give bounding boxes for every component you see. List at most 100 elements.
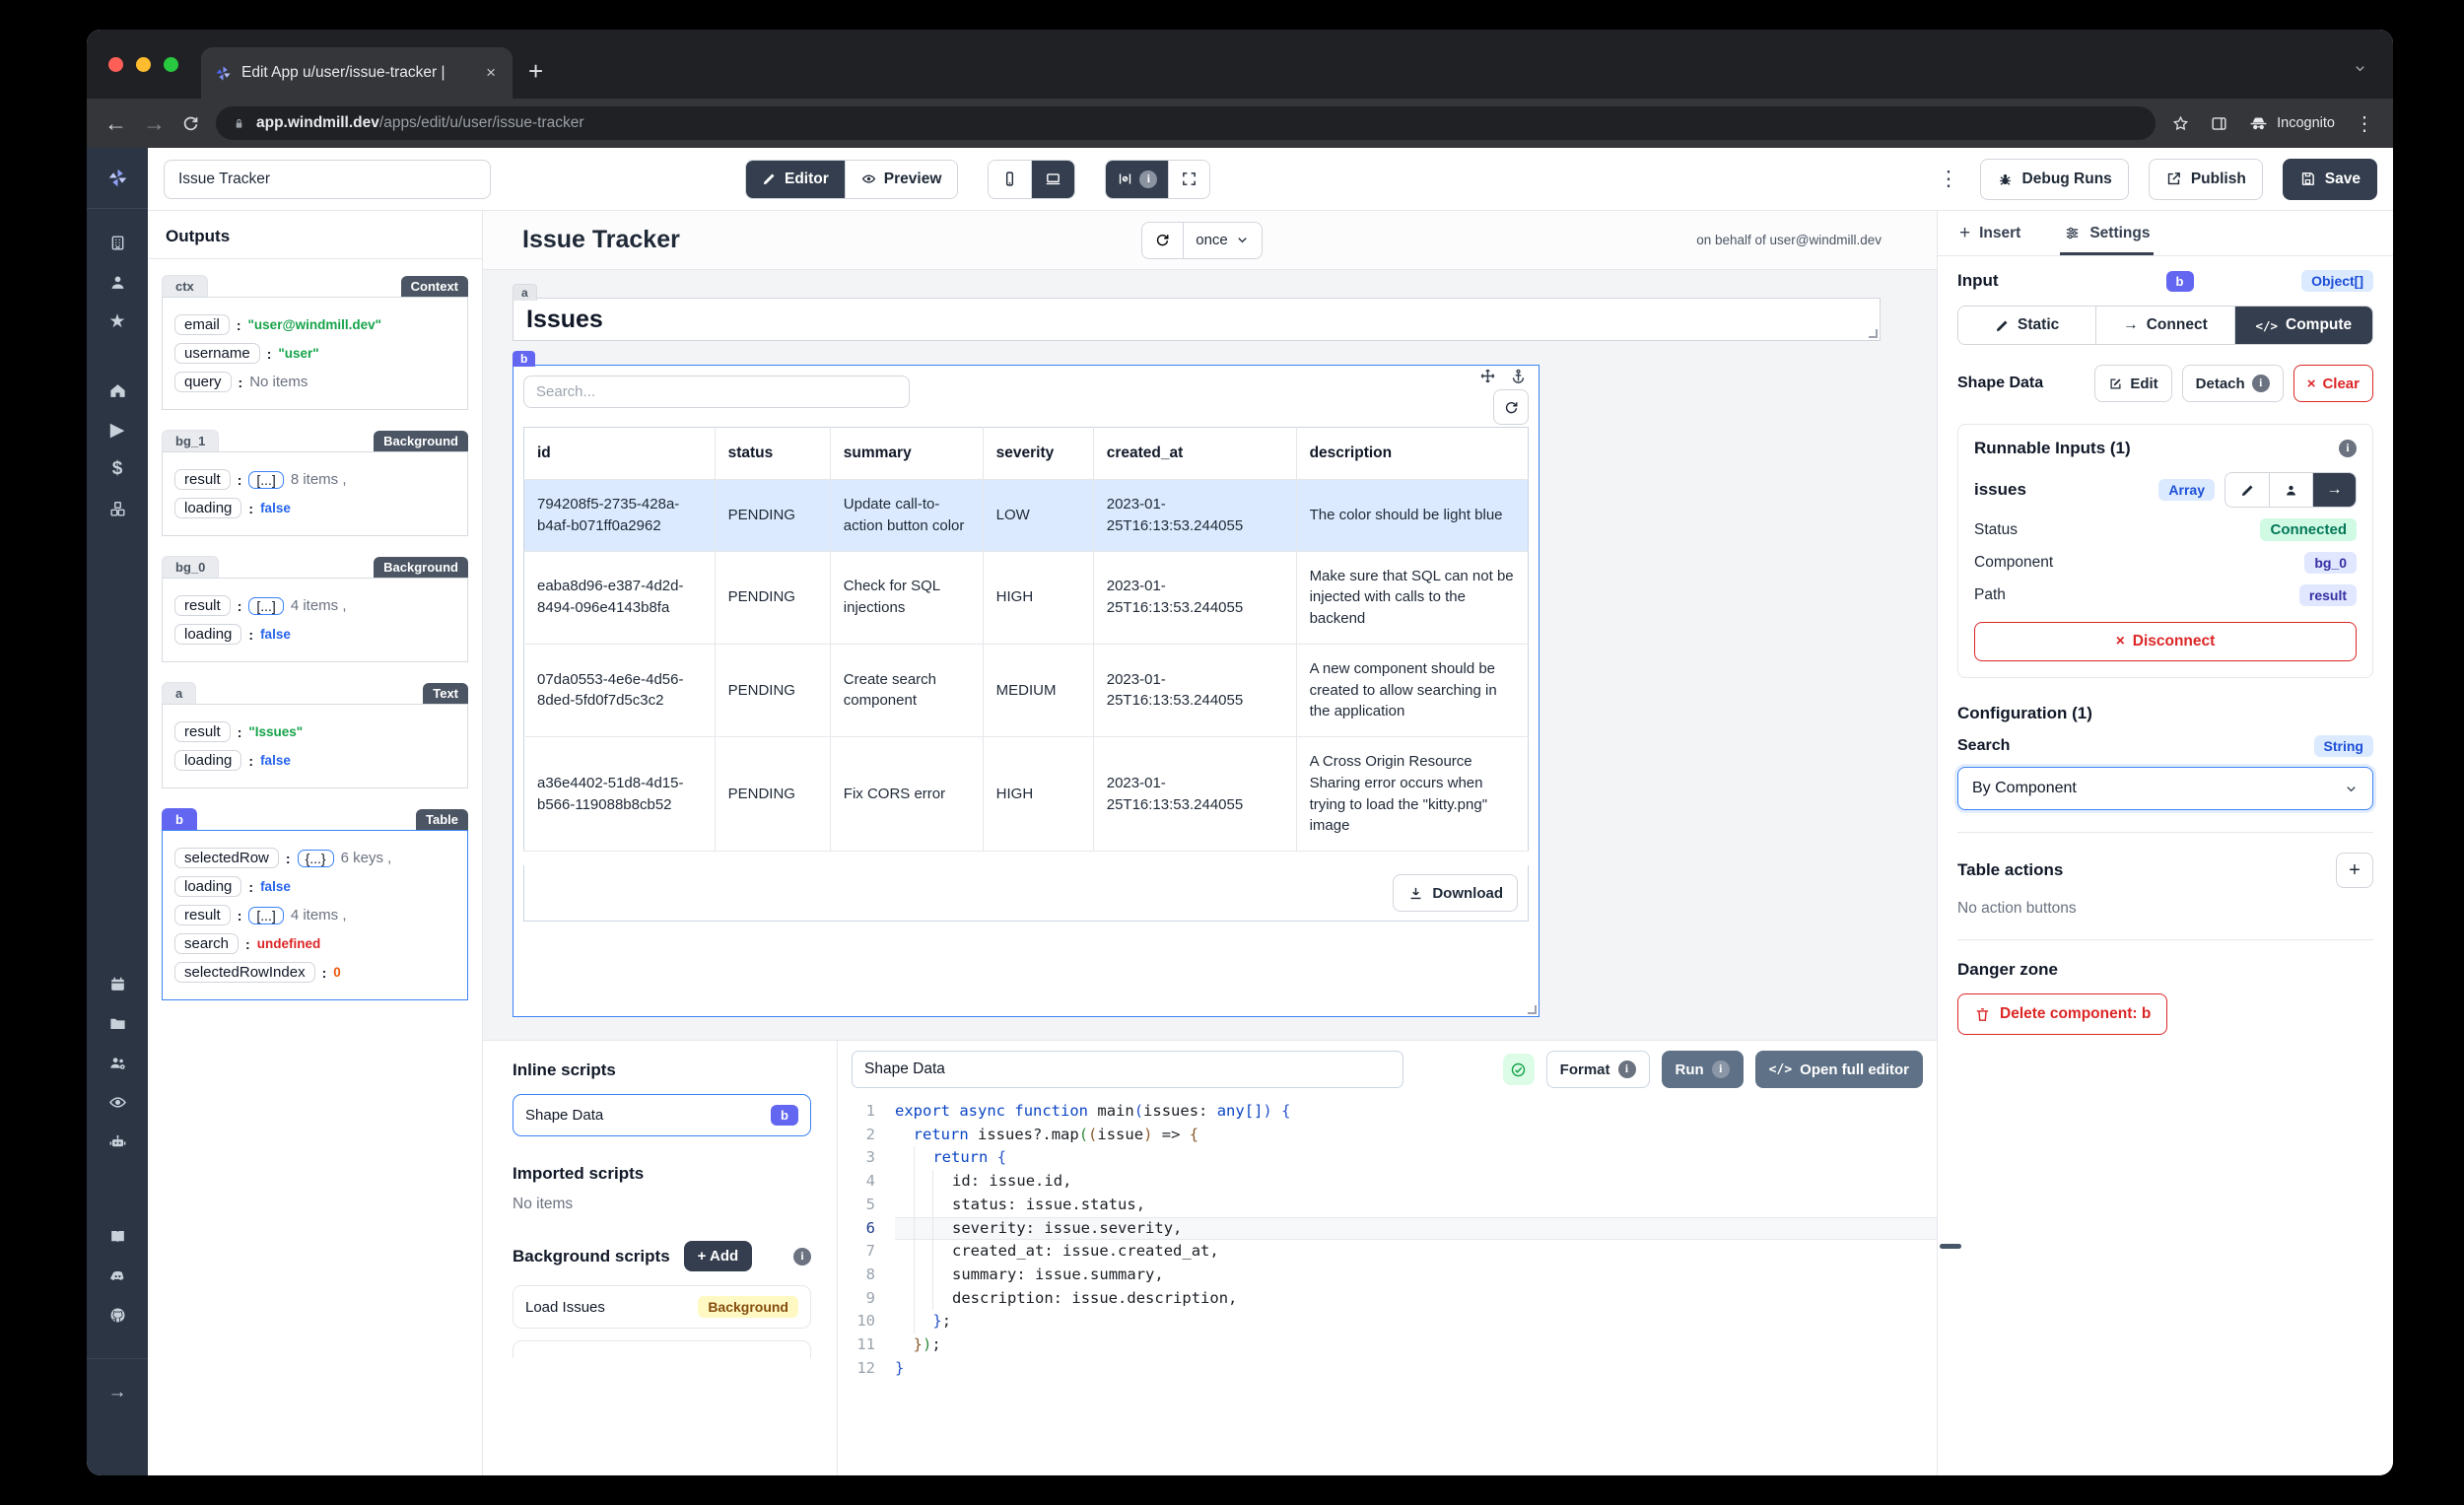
- output-section-tag[interactable]: a: [162, 682, 197, 704]
- add-background-script-button[interactable]: + Add: [683, 1241, 753, 1271]
- format-button[interactable]: Format i: [1545, 1051, 1650, 1088]
- tab-insert[interactable]: + Insert: [1959, 211, 2020, 255]
- resize-handle[interactable]: [1528, 1005, 1537, 1014]
- output-section-tag[interactable]: bg_0: [162, 556, 220, 578]
- discord-icon[interactable]: [87, 1256, 148, 1295]
- output-section-tag[interactable]: bg_1: [162, 430, 220, 451]
- clear-button[interactable]: × Clear: [2293, 365, 2373, 402]
- output-key-pill[interactable]: result: [174, 905, 231, 925]
- workers-robot-icon[interactable]: [87, 1122, 148, 1161]
- add-table-action-button[interactable]: +: [2336, 853, 2373, 888]
- desktop-view-button[interactable]: [1031, 160, 1075, 198]
- script-name-input[interactable]: [852, 1051, 1403, 1088]
- inline-script-item[interactable]: Shape Data b: [513, 1094, 811, 1136]
- more-menu-kebab-icon[interactable]: ⋮: [1939, 167, 1960, 191]
- static-mode-button[interactable]: Static: [1958, 307, 2096, 344]
- fullscreen-button[interactable]: [1168, 160, 1210, 198]
- browser-menu-kebab-icon[interactable]: ⋮: [2355, 111, 2375, 136]
- forward-icon[interactable]: →: [143, 111, 166, 135]
- expand-pill[interactable]: {...}: [297, 849, 334, 867]
- table-row[interactable]: a36e4402-51d8-4d15-b566-119088b8cb52 PEND…: [523, 736, 1529, 852]
- variables-dollar-icon[interactable]: $: [87, 449, 148, 489]
- home-icon[interactable]: [87, 371, 148, 410]
- bookmark-star-icon[interactable]: [2171, 114, 2190, 133]
- minimize-window-button[interactable]: [136, 57, 151, 72]
- output-key-pill[interactable]: selectedRowIndex: [174, 962, 315, 983]
- download-button[interactable]: Download: [1393, 874, 1518, 912]
- mobile-view-button[interactable]: [989, 160, 1032, 198]
- table-row[interactable]: 794208f5-2735-428a-b4af-b071ff0a2962 PEND…: [523, 479, 1529, 552]
- open-full-editor-button[interactable]: </> Open full editor: [1754, 1051, 1923, 1088]
- text-component-a[interactable]: a Issues: [513, 284, 1881, 341]
- folders-icon[interactable]: [87, 1003, 148, 1043]
- close-window-button[interactable]: [108, 57, 123, 72]
- output-key-pill[interactable]: result: [174, 469, 231, 490]
- outputs-toggle-button[interactable]: i: [1106, 160, 1169, 198]
- run-button[interactable]: Run i: [1661, 1051, 1744, 1088]
- publish-button[interactable]: Publish: [2148, 158, 2263, 200]
- groups-users-icon[interactable]: [87, 1043, 148, 1082]
- output-key-pill[interactable]: loading: [174, 876, 242, 897]
- github-icon[interactable]: [87, 1295, 148, 1334]
- background-script-item-partial[interactable]: [513, 1340, 811, 1358]
- column-header-severity[interactable]: severity: [983, 427, 1094, 480]
- new-tab-button[interactable]: +: [528, 56, 543, 87]
- search-mode-select[interactable]: By Component: [1957, 767, 2373, 810]
- static-edit-icon-button[interactable]: [2225, 473, 2269, 507]
- disconnect-button[interactable]: × Disconnect: [1974, 622, 2357, 661]
- debug-runs-button[interactable]: Debug Runs: [1979, 158, 2129, 200]
- reload-icon[interactable]: [181, 114, 200, 133]
- connect-mode-button[interactable]: → Connect: [2095, 307, 2234, 344]
- edit-button[interactable]: Edit: [2094, 365, 2172, 402]
- browser-tab[interactable]: Edit App u/user/issue-tracker | ×: [201, 47, 513, 99]
- table-row[interactable]: eaba8d96-e387-4d2d-8494-096e4143b8fa PEND…: [523, 551, 1529, 645]
- preview-mode-button[interactable]: Preview: [844, 160, 958, 198]
- app-name-input[interactable]: [164, 159, 491, 199]
- resources-cubes-icon[interactable]: [87, 489, 148, 528]
- detach-button[interactable]: Detach i: [2181, 365, 2284, 402]
- expand-pill[interactable]: [...]: [248, 470, 284, 489]
- tab-settings[interactable]: Settings: [2060, 211, 2155, 255]
- table-refresh-button[interactable]: [1493, 389, 1529, 425]
- tab-search-chevron-icon[interactable]: [2353, 61, 2367, 76]
- output-key-pill[interactable]: query: [174, 372, 232, 392]
- schedules-calendar-icon[interactable]: [87, 964, 148, 1003]
- column-header-status[interactable]: status: [715, 427, 831, 480]
- docs-book-icon[interactable]: [87, 1216, 148, 1256]
- output-key-pill[interactable]: loading: [174, 750, 242, 771]
- code-editor[interactable]: 1 2 3 4 5 6 7 8 9 10 11 12 export async function ma…: [838, 1096, 1937, 1475]
- output-key-pill[interactable]: search: [174, 933, 240, 954]
- workspace-building-icon[interactable]: [87, 223, 148, 262]
- side-panel-icon[interactable]: [2210, 114, 2228, 133]
- output-key-pill[interactable]: result: [174, 721, 231, 742]
- user-input-icon-button[interactable]: [2269, 473, 2312, 507]
- table-component-b[interactable]: b Search... id status summary severity c…: [513, 351, 1540, 1017]
- output-key-pill[interactable]: username: [174, 343, 260, 364]
- table-row[interactable]: 07da0553-4e6e-4d56-8ded-5fd0f7d5c3c2 PEND…: [523, 644, 1529, 738]
- output-section-tag[interactable]: ctx: [162, 275, 208, 297]
- column-header-summary[interactable]: summary: [830, 427, 984, 480]
- column-header-id[interactable]: id: [523, 427, 716, 480]
- panel-resize-handle[interactable]: [1940, 1244, 1961, 1249]
- component-ref-badge[interactable]: bg_0: [2304, 552, 2357, 574]
- move-icon[interactable]: [1479, 368, 1496, 384]
- output-key-pill[interactable]: result: [174, 595, 231, 616]
- column-header-created_at[interactable]: created_at: [1093, 427, 1297, 480]
- connect-icon-button[interactable]: →: [2312, 473, 2356, 507]
- output-section-tag[interactable]: b: [162, 808, 197, 830]
- table-search-input[interactable]: [523, 376, 910, 408]
- column-header-description[interactable]: description: [1296, 427, 1529, 480]
- windmill-logo-icon[interactable]: [87, 148, 148, 209]
- expand-pill[interactable]: [...]: [248, 596, 284, 615]
- url-bar[interactable]: app.windmill.dev/apps/edit/u/user/issue-…: [216, 106, 2156, 140]
- path-badge[interactable]: result: [2298, 584, 2357, 606]
- back-icon[interactable]: ←: [104, 111, 127, 135]
- zoom-window-button[interactable]: [164, 57, 178, 72]
- user-icon[interactable]: [87, 262, 148, 302]
- delete-component-button[interactable]: Delete component: b: [1957, 993, 2168, 1035]
- expand-pill[interactable]: [...]: [248, 906, 284, 924]
- audit-eye-icon[interactable]: [87, 1082, 148, 1122]
- schedule-dropdown[interactable]: once: [1183, 222, 1262, 258]
- tab-close-icon[interactable]: ×: [483, 63, 499, 83]
- compute-mode-button[interactable]: </> Compute: [2233, 307, 2372, 344]
